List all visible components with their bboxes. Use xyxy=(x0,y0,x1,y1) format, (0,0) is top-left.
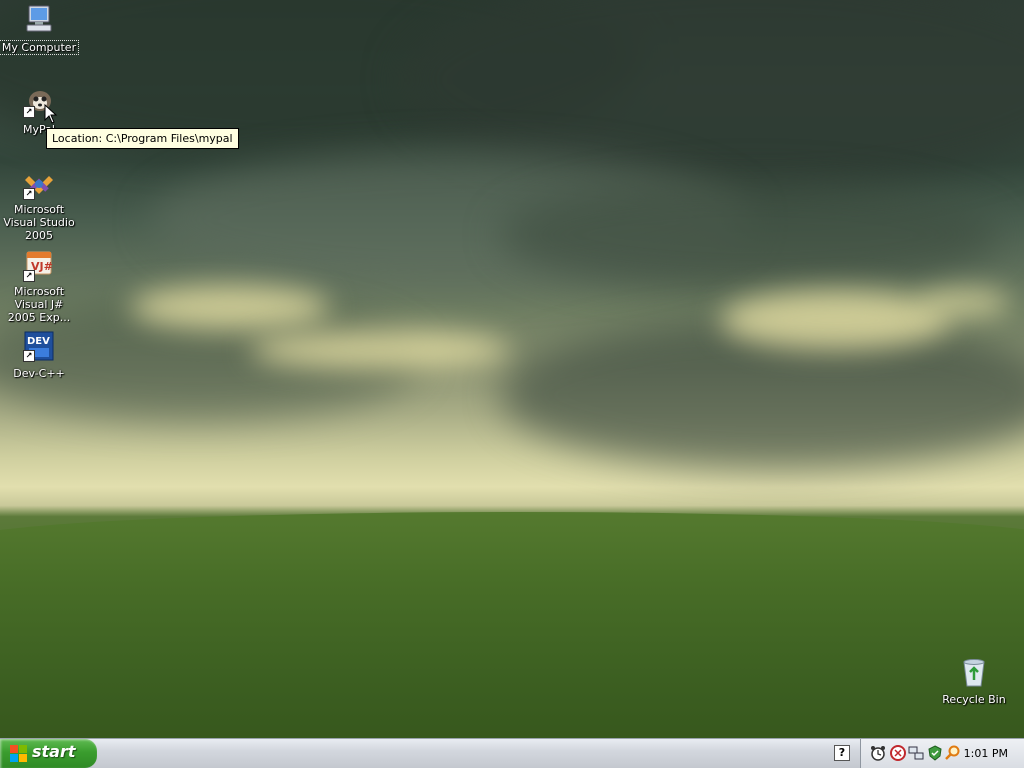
sun-break xyxy=(130,285,330,330)
network-icon[interactable] xyxy=(908,745,924,761)
visual-studio-icon: ↗ xyxy=(23,168,55,200)
desktop-icon-visual-studio[interactable]: ↗ Microsoft Visual Studio 2005 xyxy=(0,168,79,243)
icon-label: My Computer xyxy=(0,40,80,55)
icon-label: Dev-C++ xyxy=(13,367,65,380)
visual-jsharp-icon: VJ# ↗ xyxy=(23,250,55,282)
system-tray: 1:01 PM xyxy=(860,739,1024,768)
start-label: start xyxy=(32,742,76,761)
clock[interactable]: 1:01 PM xyxy=(964,747,1008,760)
shortcut-arrow-icon: ↗ xyxy=(23,106,35,118)
cloud-mass xyxy=(500,180,1000,290)
desktop-icon-recycle-bin[interactable]: Recycle Bin xyxy=(934,656,1014,707)
taskbar: start ? 1:01 PM xyxy=(0,738,1024,768)
security-icon[interactable] xyxy=(927,745,943,761)
desktop-icon-devcpp[interactable]: DEV ↗ Dev-C++ xyxy=(0,330,79,381)
recycle-bin-icon xyxy=(958,656,990,688)
sun-break xyxy=(920,290,1010,315)
shortcut-arrow-icon: ↗ xyxy=(23,270,35,282)
svg-text:DEV: DEV xyxy=(27,336,50,347)
desktop-icon-visual-jsharp[interactable]: VJ# ↗ Microsoft Visual J# 2005 Exp... xyxy=(0,250,79,325)
icon-label: Microsoft Visual Studio 2005 xyxy=(3,203,75,242)
desktop-background[interactable]: My Computer ↗ MyPal ↗ Microsoft Visual S… xyxy=(0,0,1024,738)
computer-icon xyxy=(23,4,55,36)
sun-break xyxy=(250,330,510,370)
sun-break xyxy=(720,290,950,350)
help-icon[interactable]: ? xyxy=(834,745,850,761)
antivirus-icon[interactable] xyxy=(890,745,906,761)
location-tooltip: Location: C:\Program Files\mypal xyxy=(46,128,239,149)
windows-logo-icon xyxy=(10,745,27,762)
start-button[interactable]: start xyxy=(0,739,97,768)
icon-label: Microsoft Visual J# 2005 Exp... xyxy=(7,285,71,324)
shortcut-arrow-icon: ↗ xyxy=(23,350,35,362)
devcpp-icon: DEV ↗ xyxy=(23,330,55,362)
desktop-icon-my-computer[interactable]: My Computer xyxy=(0,4,80,55)
search-icon[interactable] xyxy=(945,745,961,761)
shortcut-arrow-icon: ↗ xyxy=(23,188,35,200)
icon-label: Recycle Bin xyxy=(942,693,1006,706)
grass-hill xyxy=(0,512,1024,738)
alarm-icon[interactable] xyxy=(870,745,886,761)
